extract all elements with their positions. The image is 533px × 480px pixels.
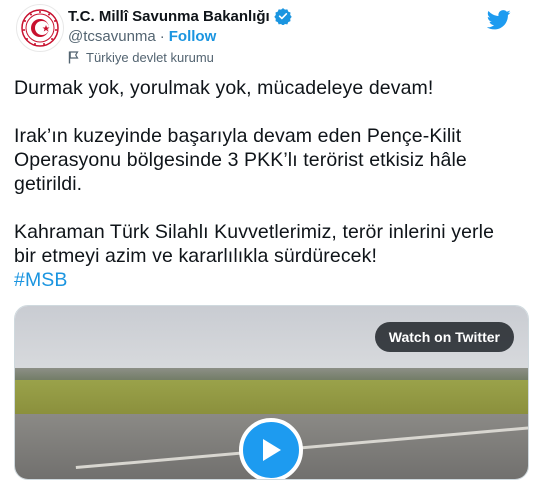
separator: · (159, 28, 165, 45)
video-media[interactable]: Watch on Twitter (14, 305, 529, 480)
tweet-paragraph-2: Irak’ın kuzeyinde başarıyla devam eden P… (14, 125, 467, 195)
watch-on-twitter-button[interactable]: Watch on Twitter (374, 322, 514, 352)
verified-badge-icon (274, 8, 292, 25)
account-info: T.C. Millî Savunma Bakanlığı @tcsavunma ·… (68, 6, 292, 66)
tweet-text: Durmak yok, yorulmak yok, mücadeleye dev… (14, 76, 519, 292)
tweet-line-1: Durmak yok, yorulmak yok, mücadeleye dev… (14, 77, 434, 99)
flag-icon (68, 50, 79, 63)
play-icon (263, 439, 281, 461)
tweet-paragraph-3: Kahraman Türk Silahlı Kuvvetlerimiz, ter… (14, 221, 495, 267)
video-field (15, 380, 528, 416)
account-label-text: Türkiye devlet kurumu (86, 49, 214, 65)
ministry-emblem-icon (21, 9, 59, 47)
tweet-card: T.C. Millî Savunma Bakanlığı @tcsavunma ·… (0, 0, 533, 480)
follow-button[interactable]: Follow (169, 28, 217, 45)
handle[interactable]: @tcsavunma (68, 28, 156, 45)
twitter-bird-icon[interactable] (487, 10, 511, 30)
account-label: Türkiye devlet kurumu (68, 48, 292, 66)
display-name[interactable]: T.C. Millî Savunma Bakanlığı (68, 8, 270, 25)
hashtag-link[interactable]: #MSB (14, 268, 519, 292)
avatar[interactable] (16, 4, 64, 52)
tweet-header: T.C. Millî Savunma Bakanlığı @tcsavunma ·… (16, 4, 519, 66)
play-button[interactable] (239, 418, 303, 479)
